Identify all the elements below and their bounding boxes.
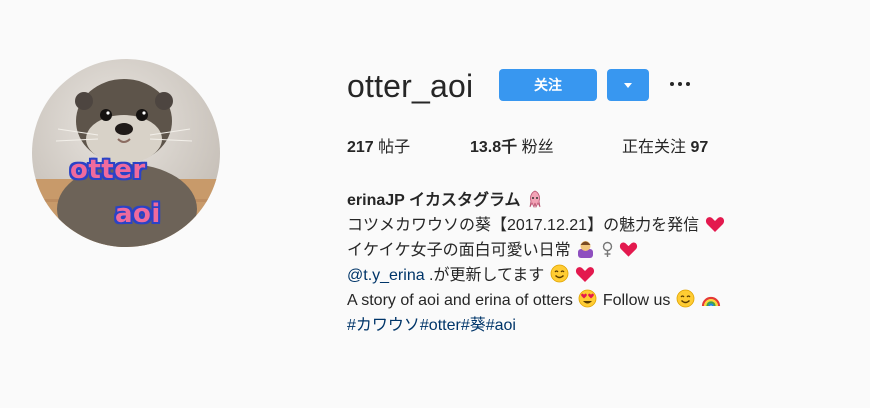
followers-label: 粉丝 xyxy=(521,139,554,156)
smile-icon xyxy=(676,289,695,308)
heart-icon xyxy=(705,217,724,232)
dot-icon xyxy=(670,82,674,86)
bio-line-3: .が更新してます xyxy=(424,267,545,284)
woman-gesture-icon xyxy=(578,241,594,258)
bio-line-2: イケイケ女子の面白可愛い日常 xyxy=(347,242,571,259)
heart-icon xyxy=(619,242,638,257)
following-stat[interactable]: 正在关注 97 xyxy=(622,138,708,158)
followers-stat[interactable]: 13.8千 粉丝 xyxy=(470,138,554,158)
profile-full-name: erinaJP イカスタグラム xyxy=(347,192,521,209)
avatar-caption-line1: otter xyxy=(70,155,146,185)
posts-count: 217 xyxy=(347,139,374,156)
posts-label: 帖子 xyxy=(378,139,411,156)
heart-eyes-icon xyxy=(578,289,597,308)
bio-line-1: コツメカワウソの葵【2017.12.21】の魅力を発信 xyxy=(347,217,700,234)
bio-hashtags[interactable]: #カワウソ#otter#葵#aoi xyxy=(347,317,516,334)
followers-count: 13.8千 xyxy=(470,139,518,156)
bio-line-4-part2: Follow us xyxy=(602,292,671,309)
follow-button[interactable]: 关注 xyxy=(499,69,597,101)
following-label: 正在关注 xyxy=(622,139,687,156)
heart-icon xyxy=(576,267,595,282)
female-sign-icon xyxy=(602,241,612,257)
rainbow-icon xyxy=(702,296,721,307)
dot-icon xyxy=(686,82,690,86)
profile-bio: erinaJP イカスタグラム コツメカワウソの葵【2017.12.21】の魅力… xyxy=(347,188,847,338)
squid-icon xyxy=(529,190,541,208)
more-options-button[interactable] xyxy=(667,72,693,96)
suggestions-dropdown-button[interactable] xyxy=(607,69,649,101)
posts-stat: 217 帖子 xyxy=(347,138,410,158)
dot-icon xyxy=(678,82,682,86)
avatar-caption-line2: aoi xyxy=(115,199,161,229)
smile-icon xyxy=(550,264,569,283)
following-count: 97 xyxy=(690,139,709,156)
profile-avatar[interactable]: otter aoi xyxy=(32,59,220,247)
profile-username: otter_aoi xyxy=(347,68,474,104)
caret-down-icon xyxy=(624,83,632,88)
bio-mention-link[interactable]: @t.y_erina xyxy=(347,267,425,284)
bio-line-4-part1: A story of aoi and erina of otters xyxy=(347,292,573,309)
